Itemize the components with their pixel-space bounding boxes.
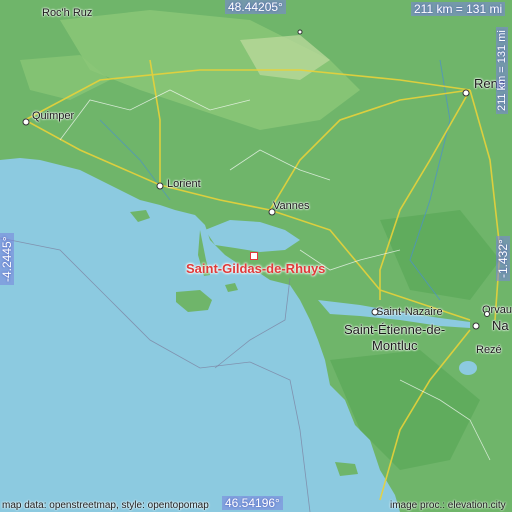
coord-top: 48.44205° <box>225 0 286 14</box>
coord-bottom: 46.54196° <box>222 496 283 510</box>
scale-label: 211 km = 131 mi <box>411 2 506 16</box>
footer-attribution[interactable]: map data: openstreetmap, style: opentopo… <box>2 500 209 511</box>
footer-image-proc[interactable]: image proc.: elevation.city <box>390 500 506 511</box>
map-view[interactable]: Roc'h Ruz Quimper Lorient Vannes Renn Sa… <box>0 0 512 512</box>
coord-left: -4.2445° <box>0 233 14 285</box>
target-marker[interactable] <box>250 252 258 260</box>
target-city-label[interactable]: Saint-Gildas-de-Rhuys <box>186 261 325 276</box>
coord-right: -1.432° <box>496 236 510 281</box>
scale-label-vertical: 211 km = 131 mi <box>496 27 508 114</box>
